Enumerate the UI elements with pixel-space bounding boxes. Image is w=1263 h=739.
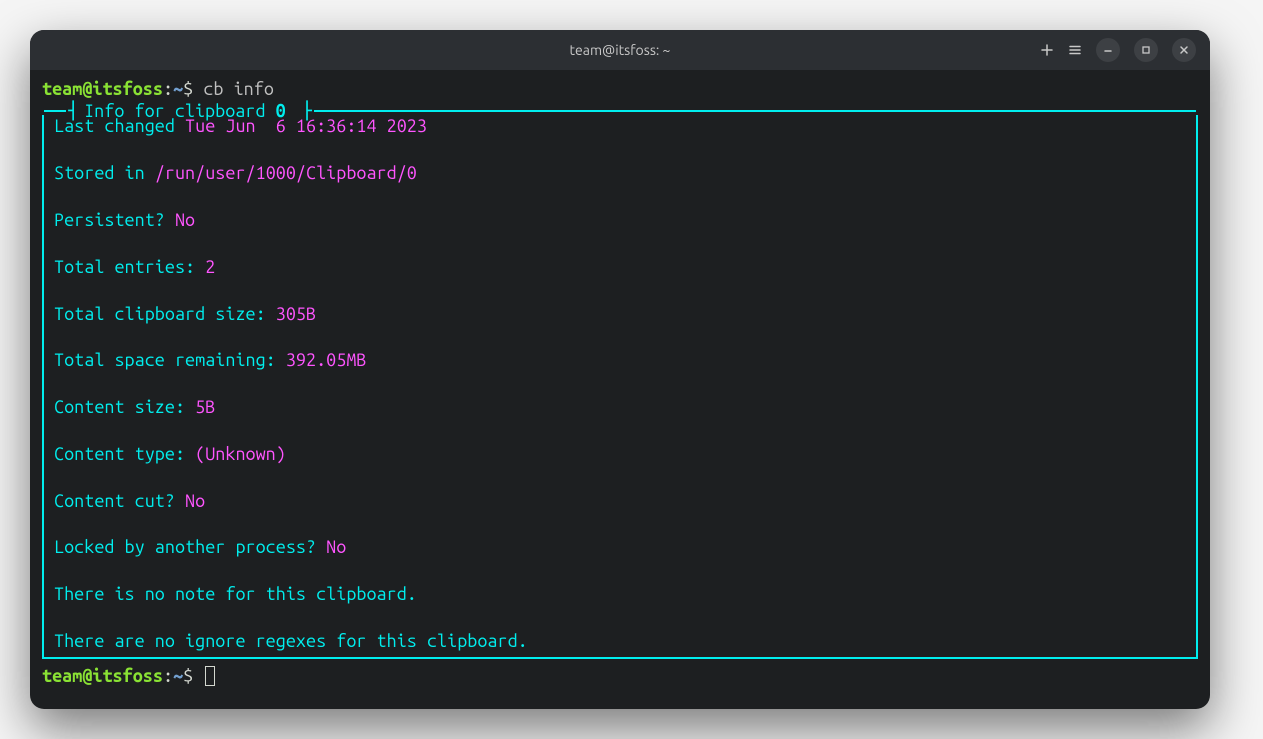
cursor — [205, 666, 215, 686]
info-footer-line: There is no note for this clipboard. — [54, 583, 1186, 606]
info-box: ┤Info for clipboard 0 ├Last changed Tue … — [42, 115, 1198, 659]
terminal-body[interactable]: team@itsfoss:~$ cb info ┤Info for clipbo… — [30, 70, 1210, 709]
info-label: Content type: — [54, 444, 195, 464]
info-title-num: 0 — [276, 101, 286, 121]
new-tab-icon[interactable] — [1040, 43, 1054, 57]
titlebar-controls — [1040, 38, 1196, 62]
info-value: 5B — [195, 397, 215, 417]
info-value: (Unknown) — [195, 444, 286, 464]
info-value: 2 — [205, 257, 215, 277]
minimize-button[interactable] — [1096, 38, 1120, 62]
command-text: cb info — [203, 79, 274, 99]
info-footer-line: There are no ignore regexes for this cli… — [54, 630, 1186, 653]
menu-icon[interactable] — [1068, 43, 1082, 57]
info-value: 392.05MB — [286, 350, 367, 370]
info-box-title-row: ┤Info for clipboard 0 ├ — [44, 102, 1196, 120]
terminal-window: team@itsfoss: ~ team@itsfoss:~$ cb info … — [30, 30, 1210, 709]
info-value: /run/user/1000/Clipboard/0 — [155, 163, 417, 183]
prompt-symbol: $ — [183, 666, 193, 686]
titlebar: team@itsfoss: ~ — [30, 30, 1210, 70]
prompt-separator: : — [163, 79, 173, 99]
close-button[interactable] — [1172, 38, 1196, 62]
info-label: Content cut? — [54, 491, 185, 511]
info-label: Total clipboard size: — [54, 304, 276, 324]
info-label: Locked by another process? — [54, 537, 326, 557]
maximize-button[interactable] — [1134, 38, 1158, 62]
prompt-symbol: $ — [183, 79, 193, 99]
info-label: Stored in — [54, 163, 155, 183]
info-label: Total entries: — [54, 257, 205, 277]
prompt-separator: : — [163, 666, 173, 686]
prompt-path: ~ — [173, 79, 183, 99]
info-label: Persistent? — [54, 210, 175, 230]
window-title: team@itsfoss: ~ — [570, 42, 671, 58]
info-value: No — [185, 491, 205, 511]
info-value: No — [175, 210, 195, 230]
info-value: 305B — [276, 304, 316, 324]
info-label: Total space remaining: — [54, 350, 286, 370]
info-value: No — [326, 537, 346, 557]
prompt-user-host: team@itsfoss — [42, 79, 163, 99]
info-title-prefix: Info for clipboard — [84, 101, 276, 121]
info-label: Content size: — [54, 397, 195, 417]
prompt-path: ~ — [173, 666, 183, 686]
prompt-user-host: team@itsfoss — [42, 666, 163, 686]
